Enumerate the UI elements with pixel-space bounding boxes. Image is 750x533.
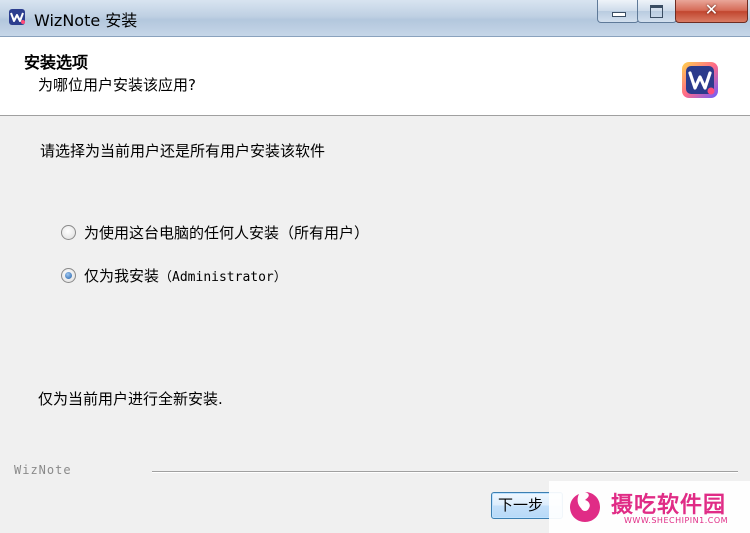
option-all-users-suffix: （所有用户） (279, 224, 370, 242)
watermark-url: WWW.SHECHIPIN1.COM (624, 516, 729, 525)
option-all-users-main: 为使用这台电脑的任何人安装 (84, 224, 280, 242)
close-button[interactable]: ✕ (675, 0, 748, 23)
option-current-user-label[interactable]: 仅为我安装（Administrator） (84, 265, 287, 286)
maximize-icon (650, 5, 663, 18)
branding-label: WizNote (14, 463, 72, 477)
instruction-text: 请选择为当前用户还是所有用户安装该软件 (40, 142, 326, 160)
radio-all-users[interactable] (61, 225, 76, 240)
close-icon: ✕ (704, 0, 719, 19)
option-current-user[interactable]: 仅为我安装（Administrator） (61, 265, 287, 286)
page-header: 安装选项 为哪位用户安装该应用? (0, 37, 750, 116)
page-title: 安装选项 (24, 53, 89, 72)
option-all-users-label[interactable]: 为使用这台电脑的任何人安装（所有用户） (84, 222, 369, 243)
footer-divider (152, 471, 738, 473)
option-current-user-main: 仅为我安装 (84, 267, 160, 285)
window-title: WizNote 安装 (34, 11, 138, 30)
watermark-title: 摄吃软件园 (611, 493, 727, 518)
option-current-user-suffix: （Administrator） (159, 270, 287, 285)
watermark-logo-icon (570, 492, 600, 522)
wiznote-logo-icon (682, 62, 718, 98)
option-description: 仅为当前用户进行全新安装. (38, 390, 223, 408)
minimize-button[interactable] (597, 0, 639, 23)
page-subtitle: 为哪位用户安装该应用? (38, 76, 196, 94)
minimize-icon (612, 12, 626, 17)
wiznote-app-icon (9, 9, 25, 25)
radio-current-user[interactable] (61, 268, 76, 283)
title-bar[interactable]: WizNote 安装 ✕ (0, 0, 750, 37)
maximize-button[interactable] (637, 0, 677, 23)
watermark-overlay: 摄吃软件园 WWW.SHECHIPIN1.COM (549, 481, 750, 533)
option-all-users[interactable]: 为使用这台电脑的任何人安装（所有用户） (61, 222, 369, 243)
